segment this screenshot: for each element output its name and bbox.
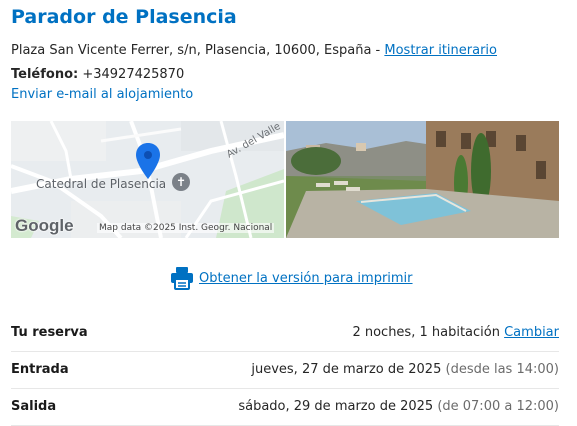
- phone-number: +34927425870: [82, 67, 185, 82]
- show-itinerary-link[interactable]: Mostrar itinerario: [384, 43, 497, 58]
- phone-label: Teléfono:: [11, 67, 79, 82]
- checkin-label: Entrada: [11, 362, 69, 377]
- map-landmark-label: Catedral de Plasencia: [36, 177, 167, 191]
- hotel-name: Parador de Plasencia: [11, 6, 237, 28]
- hotel-photo[interactable]: [286, 121, 559, 238]
- landmark-icon: ✝: [172, 173, 190, 191]
- property-info-panel: Parador de Plasencia Plaza San Vicente F…: [0, 0, 577, 426]
- checkin-date: jueves, 27 de marzo de 2025: [251, 362, 442, 377]
- checkin-row: Entrada jueves, 27 de marzo de 2025 (des…: [11, 352, 559, 389]
- printer-icon: [170, 266, 194, 290]
- checkout-time-note: (de 07:00 a 12:00): [437, 399, 559, 414]
- checkout-row: Salida sábado, 29 de marzo de 2025 (de 0…: [11, 389, 559, 426]
- checkin-value: jueves, 27 de marzo de 2025 (desde las 1…: [251, 362, 559, 377]
- change-reservation-link[interactable]: Cambiar: [504, 325, 559, 340]
- google-logo: Google: [15, 216, 74, 235]
- map-attribution: Map data ©2025 Inst. Geogr. Nacional: [97, 223, 275, 233]
- print-version-link[interactable]: Obtener la versión para imprimir: [199, 271, 413, 286]
- checkout-date: sábado, 29 de marzo de 2025: [238, 399, 434, 414]
- phone-line: Teléfono: +34927425870: [11, 67, 184, 82]
- checkin-time-note: (desde las 14:00): [445, 362, 560, 377]
- checkout-value: sábado, 29 de marzo de 2025 (de 07:00 a …: [238, 399, 559, 414]
- reservation-label: Tu reserva: [11, 325, 88, 340]
- location-pin-icon: [136, 143, 160, 179]
- email-property-link[interactable]: Enviar e-mail al alojamiento: [11, 87, 193, 102]
- reservation-summary: 2 noches, 1 habitación: [352, 325, 500, 340]
- reservation-value: 2 noches, 1 habitación Cambiar: [352, 325, 559, 340]
- print-version-row[interactable]: Obtener la versión para imprimir: [170, 266, 413, 290]
- map-thumbnail[interactable]: ✝ Catedral de Plasencia Av. del Valle Go…: [11, 121, 284, 238]
- address-text: Plaza San Vicente Ferrer, s/n, Plasencia…: [11, 43, 385, 58]
- reservation-row: Tu reserva 2 noches, 1 habitación Cambia…: [11, 315, 559, 352]
- address-line: Plaza San Vicente Ferrer, s/n, Plasencia…: [11, 43, 497, 58]
- checkout-label: Salida: [11, 399, 57, 414]
